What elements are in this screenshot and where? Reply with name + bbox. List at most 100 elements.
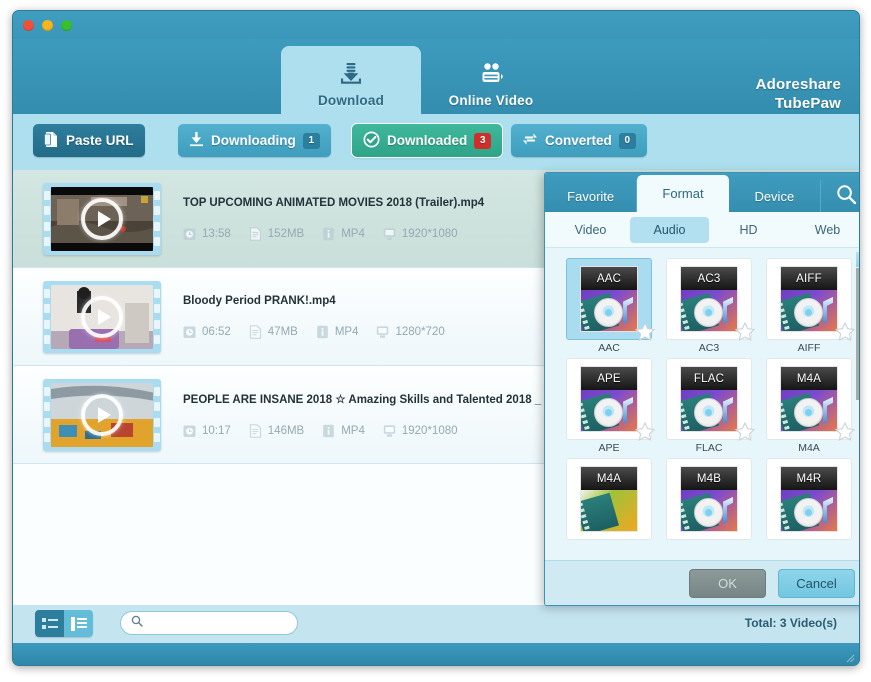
format-subtabs: Video Audio HD Web	[545, 212, 859, 248]
video-size: 152MB	[267, 227, 305, 240]
format-item-m4a-alt[interactable]: M4A	[559, 458, 659, 540]
format-thumb: AIFF	[766, 258, 856, 342]
format-popup-panel: Favorite Format Device Video Audio HD We…	[544, 172, 859, 606]
downloading-label: Downloading	[211, 133, 296, 148]
tab-format[interactable]: Format	[637, 175, 729, 212]
converted-button[interactable]: Converted 0	[511, 124, 647, 157]
play-overlay-icon[interactable]	[81, 197, 123, 240]
info-icon	[316, 325, 329, 339]
download-tray-icon	[337, 59, 365, 89]
application-window: Download Online Video Adoreshare TubePaw…	[12, 10, 860, 666]
subtab-audio-label: Audio	[653, 222, 686, 237]
format-item-ape[interactable]: APE APE	[559, 358, 659, 454]
format-thumb: APE	[566, 358, 656, 442]
video-resolution: 1920*1080	[401, 227, 458, 240]
subtab-hd[interactable]: HD	[709, 217, 788, 243]
favorite-star-icon[interactable]	[634, 321, 656, 343]
tab-online-video-label: Online Video	[448, 93, 534, 108]
minimize-window-button[interactable]	[42, 20, 53, 31]
format-item-aac[interactable]: AAC AAC	[559, 258, 659, 354]
favorite-star-icon[interactable]	[734, 321, 756, 343]
format-thumb: M4R	[766, 458, 852, 540]
format-code: AC3	[681, 267, 737, 290]
audio-format-icon: AAC	[580, 266, 638, 332]
subtab-web[interactable]: Web	[788, 217, 859, 243]
subtab-audio[interactable]: Audio	[630, 216, 709, 243]
downloaded-button[interactable]: Downloaded 3	[352, 124, 503, 157]
check-circle-icon	[363, 131, 380, 151]
scrollbar-thumb[interactable]	[856, 268, 859, 400]
video-thumbnail[interactable]	[43, 378, 161, 451]
video-duration: 13:58	[202, 227, 231, 240]
favorite-star-icon[interactable]	[834, 421, 856, 443]
play-overlay-icon[interactable]	[81, 295, 123, 338]
format-item-flac[interactable]: FLAC FLAC	[659, 358, 759, 454]
video-thumbnail[interactable]	[43, 182, 161, 255]
zoom-window-button[interactable]	[61, 20, 72, 31]
paste-url-label: Paste URL	[66, 133, 134, 148]
subtab-video[interactable]: Video	[551, 217, 630, 243]
format-label: APE	[598, 442, 620, 454]
format-item-m4r[interactable]: M4R	[759, 458, 859, 540]
audio-format-icon: M4A	[780, 366, 838, 432]
app-header: Download Online Video Adoreshare TubePaw	[13, 39, 859, 114]
tab-favorite[interactable]: Favorite	[545, 180, 638, 212]
format-item-ac3[interactable]: AC3 AC3	[659, 258, 759, 354]
format-thumb: M4A	[766, 358, 856, 442]
format-thumb: AC3	[666, 258, 756, 342]
format-item-m4a[interactable]: M4A M4A	[759, 358, 859, 454]
clock-icon	[183, 325, 196, 339]
format-label: FLAC	[695, 442, 723, 454]
subtab-hd-label: HD	[739, 222, 758, 237]
cancel-button[interactable]: Cancel	[778, 568, 855, 598]
tab-device[interactable]: Device	[729, 180, 821, 212]
paste-url-button[interactable]: Paste URL	[33, 124, 145, 157]
format-label: AC3	[698, 342, 720, 354]
format-code: M4A	[581, 467, 637, 490]
audio-format-icon: AC3	[680, 266, 738, 332]
search-icon	[131, 614, 143, 632]
video-thumbnail[interactable]	[43, 280, 161, 353]
ok-button-label: OK	[718, 575, 737, 591]
resize-grip[interactable]	[843, 650, 855, 663]
format-search-button[interactable]	[821, 180, 859, 212]
format-item-m4b[interactable]: M4B	[659, 458, 759, 540]
format-panel-tabs: Favorite Format Device	[545, 173, 859, 212]
downloaded-label: Downloaded	[387, 133, 468, 148]
audio-format-icon: APE	[580, 366, 638, 432]
tab-online-video[interactable]: Online Video	[421, 51, 561, 114]
favorite-star-icon[interactable]	[734, 421, 756, 443]
filmstrip-perforations-right	[154, 188, 160, 250]
brand-logo: Adoreshare TubePaw	[756, 75, 841, 113]
online-video-icon	[476, 59, 506, 89]
detail-view-button[interactable]	[64, 610, 93, 637]
converted-label: Converted	[545, 133, 612, 148]
format-label: AAC	[598, 342, 620, 354]
video-size: 47MB	[267, 325, 298, 338]
favorite-star-icon[interactable]	[834, 321, 856, 343]
subtab-web-label: Web	[814, 222, 841, 237]
paste-icon	[44, 131, 59, 151]
search-input[interactable]	[149, 616, 287, 630]
ok-button[interactable]: OK	[689, 568, 766, 598]
format-thumb: FLAC	[666, 358, 756, 442]
play-overlay-icon[interactable]	[81, 393, 123, 436]
close-window-button[interactable]	[23, 20, 34, 31]
favorite-star-icon[interactable]	[634, 421, 656, 443]
downloading-button[interactable]: Downloading 1	[178, 124, 331, 157]
format-grid-scrollbar[interactable]	[856, 252, 859, 559]
format-item-aiff[interactable]: AIFF AIFF	[759, 258, 859, 354]
format-grid[interactable]: AAC AAC AC3 AC3 AIFF AIFF APE APE FLAC F…	[545, 248, 859, 560]
search-box[interactable]	[120, 611, 298, 635]
search-icon	[836, 184, 857, 208]
format-code: M4R	[781, 467, 837, 490]
subtab-video-label: Video	[574, 222, 607, 237]
audio-format-icon: M4R	[780, 466, 838, 532]
format-code: FLAC	[681, 367, 737, 390]
scroll-up-button[interactable]	[856, 252, 859, 267]
tab-download[interactable]: Download	[281, 46, 421, 114]
resolution-icon	[383, 227, 396, 241]
total-count-label: Total: 3 Video(s)	[744, 616, 837, 630]
list-view-button[interactable]	[35, 610, 64, 637]
window-controls	[23, 20, 72, 31]
